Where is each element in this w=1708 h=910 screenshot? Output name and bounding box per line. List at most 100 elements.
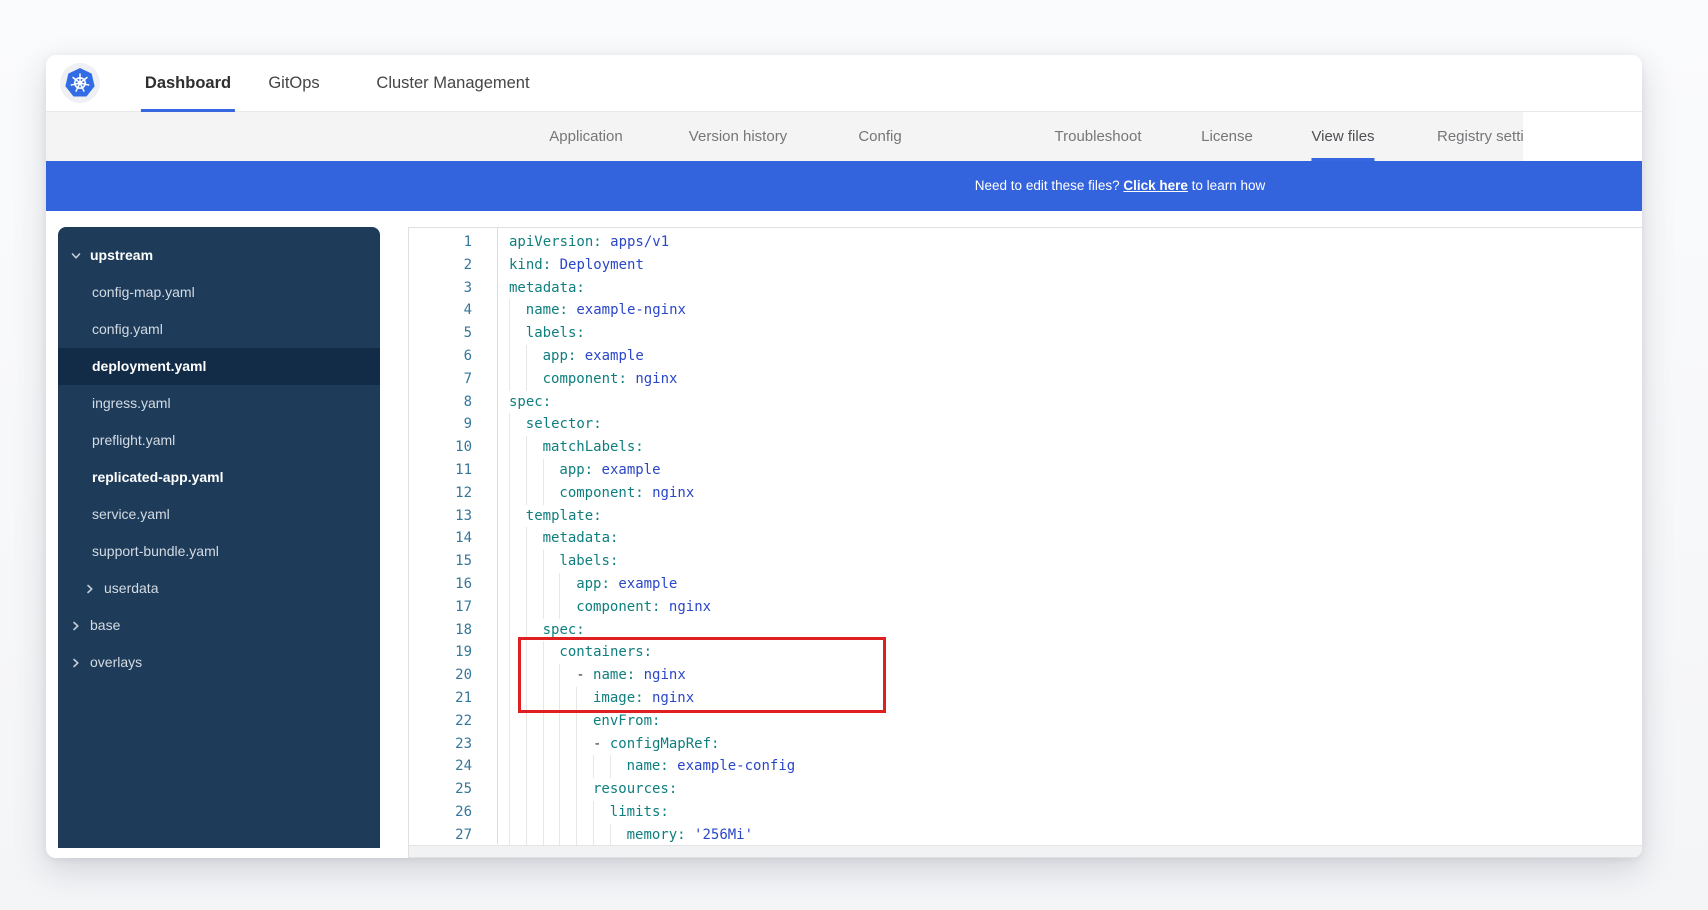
file-ingress-yaml[interactable]: ingress.yaml — [58, 385, 380, 422]
code-line: 15labels: — [409, 550, 1642, 573]
tree-item-label: config-map.yaml — [92, 274, 195, 311]
tab-application[interactable]: Application — [549, 112, 622, 161]
yaml-key: envFrom: — [593, 713, 660, 729]
chevron-right-icon — [71, 658, 81, 668]
file-support-bundle-yaml[interactable]: support-bundle.yaml — [58, 533, 380, 570]
file-config-yaml[interactable]: config.yaml — [58, 311, 380, 348]
yaml-key: component: — [559, 485, 643, 501]
yaml-value: example — [576, 348, 643, 364]
code-content: selector: — [496, 413, 1642, 436]
code-line: 20- name: nginx — [409, 664, 1642, 687]
top-nav-item-cluster-management[interactable]: Cluster Management — [376, 55, 529, 112]
banner-click-here-link[interactable]: Click here — [1123, 178, 1188, 193]
banner-text: Need to edit these files? Click here to … — [975, 161, 1265, 211]
tree-item-label: overlays — [90, 644, 142, 681]
code-line: 16app: example — [409, 573, 1642, 596]
code-content: resources: — [496, 778, 1642, 801]
banner-suffix: to learn how — [1188, 178, 1265, 193]
tree-item-label: upstream — [90, 237, 153, 274]
code-content: spec: — [496, 619, 1642, 642]
tab-config[interactable]: Config — [858, 112, 901, 161]
code-content: app: example — [496, 345, 1642, 368]
file-config-map-yaml[interactable]: config-map.yaml — [58, 274, 380, 311]
yaml-key: name: — [627, 758, 669, 774]
yaml-key: app: — [543, 348, 577, 364]
code-content: name: example-config — [496, 755, 1642, 778]
code-content: template: — [496, 505, 1642, 528]
yaml-value: nginx — [644, 485, 695, 501]
line-number: 2 — [409, 254, 496, 277]
file-tree: upstreamconfig-map.yamlconfig.yamldeploy… — [58, 237, 380, 681]
yaml-value: example — [610, 576, 677, 592]
tab-view-files[interactable]: View files — [1311, 112, 1374, 161]
code-line: 1apiVersion: apps/v1 — [409, 231, 1642, 254]
code-lines: 1apiVersion: apps/v12kind: Deployment3me… — [409, 231, 1642, 847]
file-preflight-yaml[interactable]: preflight.yaml — [58, 422, 380, 459]
yaml-key: name: — [526, 302, 568, 318]
tree-item-label: config.yaml — [92, 311, 163, 348]
line-number: 3 — [409, 277, 496, 300]
code-content: metadata: — [496, 527, 1642, 550]
code-line: 5labels: — [409, 322, 1642, 345]
tree-item-label: userdata — [104, 570, 158, 607]
tree-item-label: replicated-app.yaml — [92, 459, 224, 496]
code-content: envFrom: — [496, 710, 1642, 733]
yaml-key: image: — [593, 690, 644, 706]
line-number: 12 — [409, 482, 496, 505]
code-content: component: nginx — [496, 368, 1642, 391]
line-number: 27 — [409, 824, 496, 847]
yaml-key: configMapRef: — [610, 736, 720, 752]
tab-troubleshoot[interactable]: Troubleshoot — [1055, 112, 1142, 161]
file-service-yaml[interactable]: service.yaml — [58, 496, 380, 533]
code-line: 24name: example-config — [409, 755, 1642, 778]
yaml-value: apps/v1 — [602, 234, 669, 250]
yaml-key: limits: — [610, 804, 669, 820]
code-line: 6app: example — [409, 345, 1642, 368]
sub-nav: Application Version history Config Troubles… — [46, 112, 1523, 161]
line-number: 10 — [409, 436, 496, 459]
code-content: app: example — [496, 459, 1642, 482]
yaml-key: component: — [576, 599, 660, 615]
code-line: 19containers: — [409, 641, 1642, 664]
line-number: 15 — [409, 550, 496, 573]
page-background: Dashboard GitOps Cluster Management Applic… — [0, 0, 1708, 910]
yaml-key: component: — [543, 371, 627, 387]
chevron-down-icon — [71, 251, 81, 261]
yaml-key: app: — [576, 576, 610, 592]
line-number: 23 — [409, 733, 496, 756]
file-deployment-yaml[interactable]: deployment.yaml — [58, 348, 380, 385]
tree-item-label: deployment.yaml — [92, 348, 206, 385]
top-nav-item-gitops[interactable]: GitOps — [268, 55, 319, 112]
yaml-value: nginx — [635, 667, 686, 683]
tree-item-label: base — [90, 607, 120, 644]
folder-base[interactable]: base — [58, 607, 380, 644]
code-line: 9selector: — [409, 413, 1642, 436]
code-content: app: example — [496, 573, 1642, 596]
code-line: 22envFrom: — [409, 710, 1642, 733]
code-content: image: nginx — [496, 687, 1642, 710]
tab-registry-setti[interactable]: Registry setti — [1437, 112, 1523, 161]
code-line: 23- configMapRef: — [409, 733, 1642, 756]
chevron-right-icon — [71, 621, 81, 631]
yaml-key: spec: — [543, 622, 585, 638]
code-editor[interactable]: 1apiVersion: apps/v12kind: Deployment3me… — [408, 227, 1642, 858]
tree-item-label: support-bundle.yaml — [92, 533, 219, 570]
folder-upstream[interactable]: upstream — [58, 237, 380, 274]
line-number: 6 — [409, 345, 496, 368]
tab-license[interactable]: License — [1201, 112, 1253, 161]
yaml-value: example-nginx — [568, 302, 686, 318]
code-line: 3 metadata: — [409, 277, 1642, 300]
yaml-key: metadata: — [509, 280, 585, 296]
file-replicated-app-yaml[interactable]: replicated-app.yaml — [58, 459, 380, 496]
code-line: 27memory: '256Mi' — [409, 824, 1642, 847]
app-window: Dashboard GitOps Cluster Management Applic… — [46, 55, 1642, 858]
folder-overlays[interactable]: overlays — [58, 644, 380, 681]
line-number: 9 — [409, 413, 496, 436]
folder-userdata[interactable]: userdata — [58, 570, 380, 607]
code-content: memory: '256Mi' — [496, 824, 1642, 847]
tab-version-history[interactable]: Version history — [689, 112, 787, 161]
top-nav: Dashboard GitOps Cluster Management — [46, 55, 1642, 112]
top-nav-item-dashboard[interactable]: Dashboard — [145, 55, 231, 112]
horizontal-scrollbar[interactable] — [409, 845, 1642, 857]
yaml-value: nginx — [660, 599, 711, 615]
